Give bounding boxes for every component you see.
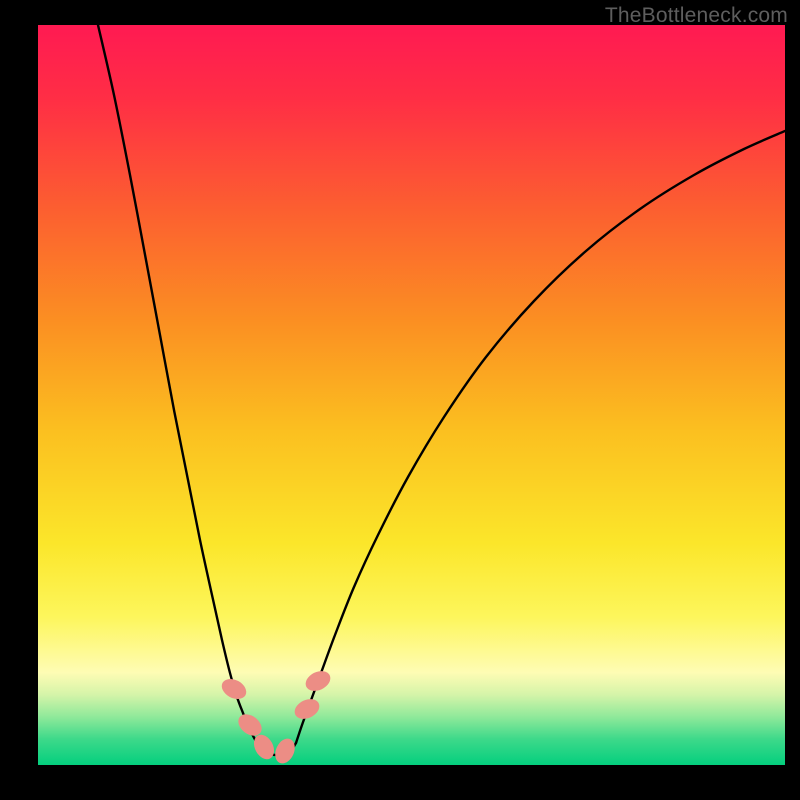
chart-canvas	[38, 25, 785, 765]
chart-frame: TheBottleneck.com	[0, 0, 800, 800]
plot-area	[38, 25, 785, 765]
watermark-text: TheBottleneck.com	[605, 4, 788, 28]
gradient-background	[38, 25, 785, 765]
